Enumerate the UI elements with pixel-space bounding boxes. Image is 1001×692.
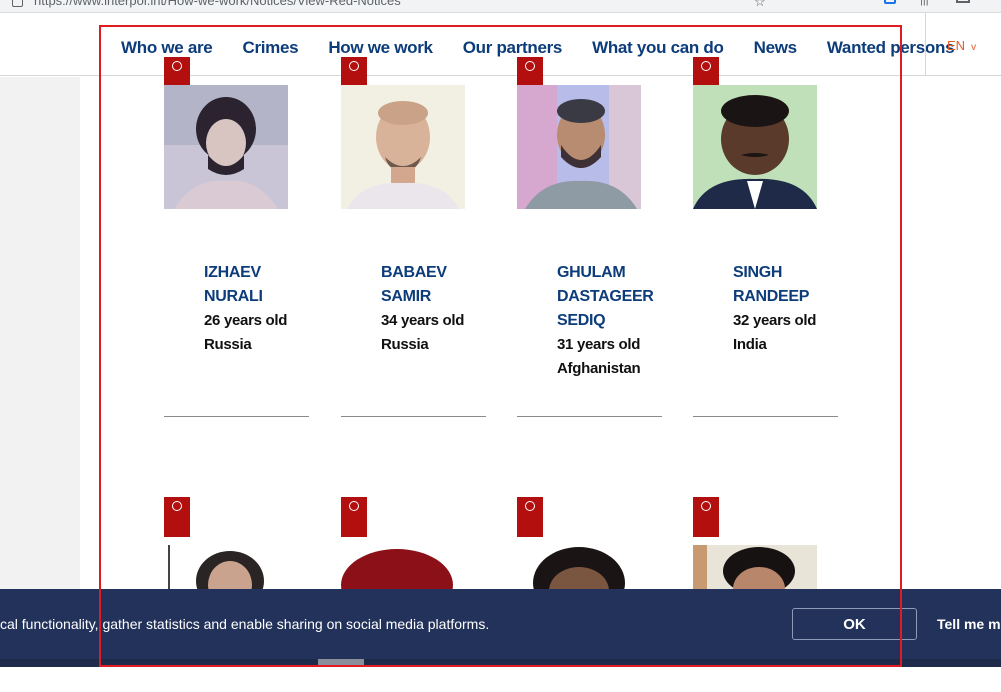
- language-selector[interactable]: EN v: [947, 38, 976, 53]
- person-name-second[interactable]: NURALI: [204, 285, 314, 309]
- extension-icon[interactable]: [884, 0, 896, 4]
- person-age: 32 years old: [733, 312, 817, 329]
- person-name-first[interactable]: BABAEV: [381, 261, 491, 285]
- red-notice-badge-icon: [341, 497, 367, 537]
- person-photo[interactable]: [517, 85, 641, 209]
- person-name-first[interactable]: GHULAM: [557, 261, 667, 285]
- interpol-seal-icon: [701, 61, 711, 71]
- cookie-message: cal functionality, gather statistics and…: [0, 616, 490, 632]
- person-photo[interactable]: [341, 85, 465, 209]
- main-nav: Who we are Crimes How we work Our partne…: [121, 38, 955, 58]
- interpol-seal-icon: [172, 501, 182, 511]
- nav-divider: [925, 13, 926, 75]
- interpol-seal-icon: [525, 61, 535, 71]
- person-name-second[interactable]: RANDEEP: [733, 285, 843, 309]
- person-name-third[interactable]: SEDIQ: [557, 309, 667, 333]
- nav-item-news[interactable]: News: [754, 38, 798, 58]
- person-age: 26 years old: [204, 312, 288, 329]
- person-country: Russia: [381, 336, 429, 353]
- reading-list-icon[interactable]: |||: [920, 0, 929, 6]
- red-notice-badge-icon: [693, 497, 719, 537]
- person-name-first[interactable]: IZHAEV: [204, 261, 314, 285]
- person-name-first[interactable]: SINGH: [733, 261, 843, 285]
- person-country: India: [733, 336, 767, 353]
- person-name-second[interactable]: DASTAGEER: [557, 285, 667, 309]
- interpol-seal-icon: [349, 501, 359, 511]
- interpol-seal-icon: [172, 61, 182, 71]
- person-info: GHULAM DASTAGEER SEDIQ 31 years old Afgh…: [557, 261, 667, 381]
- person-age: 31 years old: [557, 336, 641, 353]
- window-icon[interactable]: [956, 0, 970, 3]
- card-divider: [164, 416, 309, 417]
- page-bottom: [0, 667, 1001, 692]
- card-divider: [517, 416, 662, 417]
- red-notice-badge-icon: [517, 497, 543, 537]
- lock-icon: [12, 0, 23, 7]
- language-label: EN: [947, 38, 966, 53]
- nav-item-what-you-can-do[interactable]: What you can do: [592, 38, 724, 58]
- site-header: Who we are Crimes How we work Our partne…: [0, 13, 1001, 76]
- url-text[interactable]: https://www.interpol.int/How-we-work/Not…: [34, 0, 401, 8]
- person-name-second[interactable]: SAMIR: [381, 285, 491, 309]
- cookie-banner: cal functionality, gather statistics and…: [0, 589, 1001, 659]
- card-divider: [341, 416, 486, 417]
- interpol-seal-icon: [349, 61, 359, 71]
- nav-item-who-we-are[interactable]: Who we are: [121, 38, 213, 58]
- person-info: BABAEV SAMIR 34 years old Russia: [381, 261, 491, 357]
- person-info: IZHAEV NURALI 26 years old Russia: [204, 261, 314, 357]
- person-photo[interactable]: [693, 85, 817, 209]
- red-notice-badge-icon: [164, 497, 190, 537]
- left-margin: [0, 77, 80, 667]
- interpol-seal-icon: [701, 501, 711, 511]
- person-photo[interactable]: [164, 85, 288, 209]
- cookie-more-link[interactable]: Tell me mo: [937, 616, 1001, 632]
- nav-item-wanted-persons[interactable]: Wanted persons: [827, 38, 955, 58]
- scrollbar-thumb[interactable]: [318, 659, 364, 665]
- star-icon[interactable]: ☆: [754, 0, 766, 10]
- person-country: Russia: [204, 336, 252, 353]
- nav-item-crimes[interactable]: Crimes: [242, 38, 298, 58]
- cookie-ok-button[interactable]: OK: [792, 608, 917, 640]
- nav-item-our-partners[interactable]: Our partners: [463, 38, 563, 58]
- browser-address-bar[interactable]: https://www.interpol.int/How-we-work/Not…: [0, 0, 1001, 13]
- person-age: 34 years old: [381, 312, 465, 329]
- person-info: SINGH RANDEEP 32 years old India: [733, 261, 843, 357]
- nav-item-how-we-work[interactable]: How we work: [328, 38, 433, 58]
- card-divider: [693, 416, 838, 417]
- person-country: Afghanistan: [557, 360, 641, 377]
- horizontal-scrollbar[interactable]: [0, 659, 1001, 667]
- interpol-seal-icon: [525, 501, 535, 511]
- chevron-down-icon: v: [971, 42, 977, 53]
